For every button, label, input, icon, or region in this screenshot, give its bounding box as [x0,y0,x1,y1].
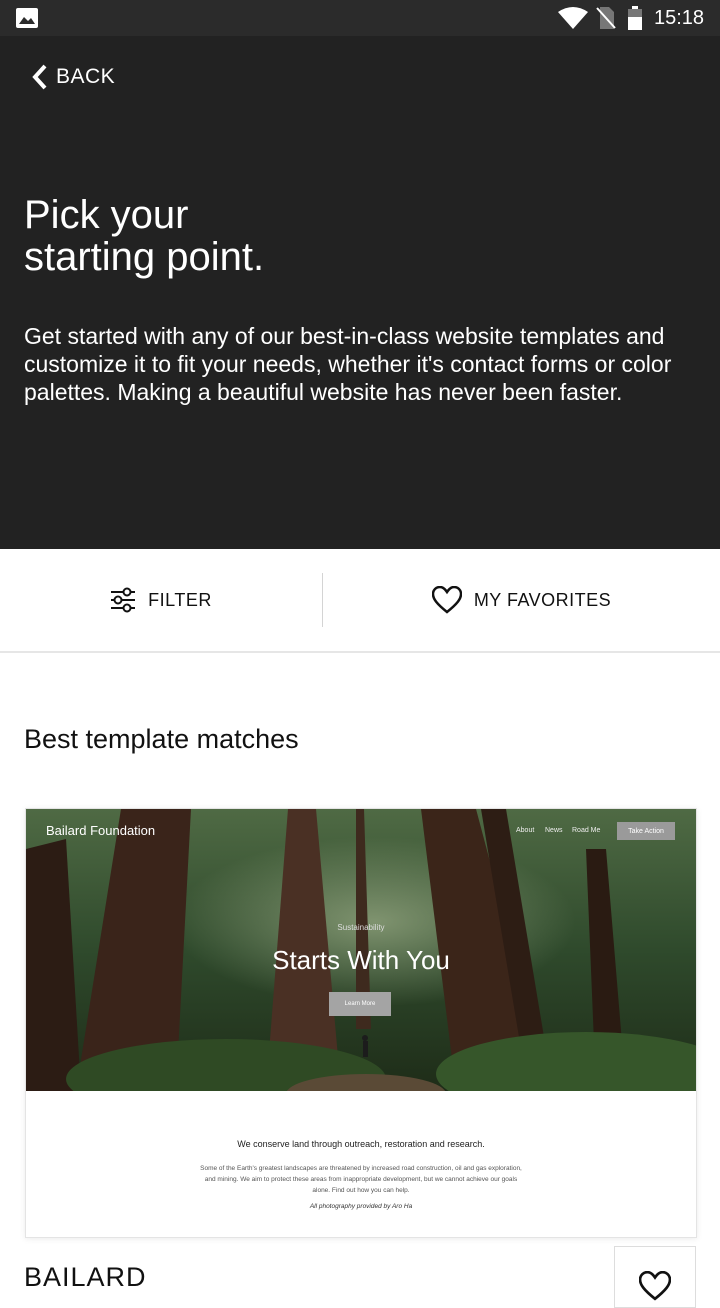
preview-credit: All photography provided by Aro Ha [309,1203,413,1210]
battery-icon [628,6,642,30]
favorite-template-button[interactable] [614,1246,696,1308]
preview-kicker: Sustainability [337,923,385,932]
clock: 15:18 [654,7,705,29]
preview-nav-news: News [545,827,563,834]
back-button[interactable]: BACK [30,62,115,92]
preview-site-name: Bailard Foundation [46,823,156,838]
gallery-icon [16,8,38,28]
filter-label: FILTER [148,589,212,610]
hero-header: BACK Pick your starting point. Get start… [0,36,720,549]
template-name: BAILARD [24,1262,147,1292]
page-description: Get started with any of our best-in-clas… [24,323,672,405]
sliders-icon [111,587,136,613]
preview-cta-button: Take Action [617,822,675,840]
preview-nav-road-me: Road Me [572,827,601,834]
back-label: BACK [56,65,116,88]
template-card[interactable]: Bailard Foundation About News Road Me Ta… [25,808,697,1238]
preview-headline: Starts With You [272,945,450,975]
section-title: Best template matches [24,724,299,754]
preview-nav-about: About [516,827,535,834]
my-favorites-label: MY FAVORITES [473,589,612,610]
status-bar: 15:18 [0,0,720,36]
heart-icon [431,586,462,614]
filter-toolbar: FILTER MY FAVORITES [0,549,720,653]
wifi-icon [558,7,588,29]
heart-icon [639,1271,671,1301]
my-favorites-button[interactable]: MY FAVORITES [323,549,720,651]
chevron-left-icon [32,64,47,90]
no-sim-icon [596,7,616,29]
preview-description: Some of the Earth's greatest landscapes … [200,1165,522,1194]
preview-mission: We conserve land through outreach, resto… [237,1139,485,1149]
preview-learn-more-button: Learn More [329,992,391,1016]
filter-button[interactable]: FILTER [0,549,322,651]
page-title: Pick your starting point. [24,193,265,279]
